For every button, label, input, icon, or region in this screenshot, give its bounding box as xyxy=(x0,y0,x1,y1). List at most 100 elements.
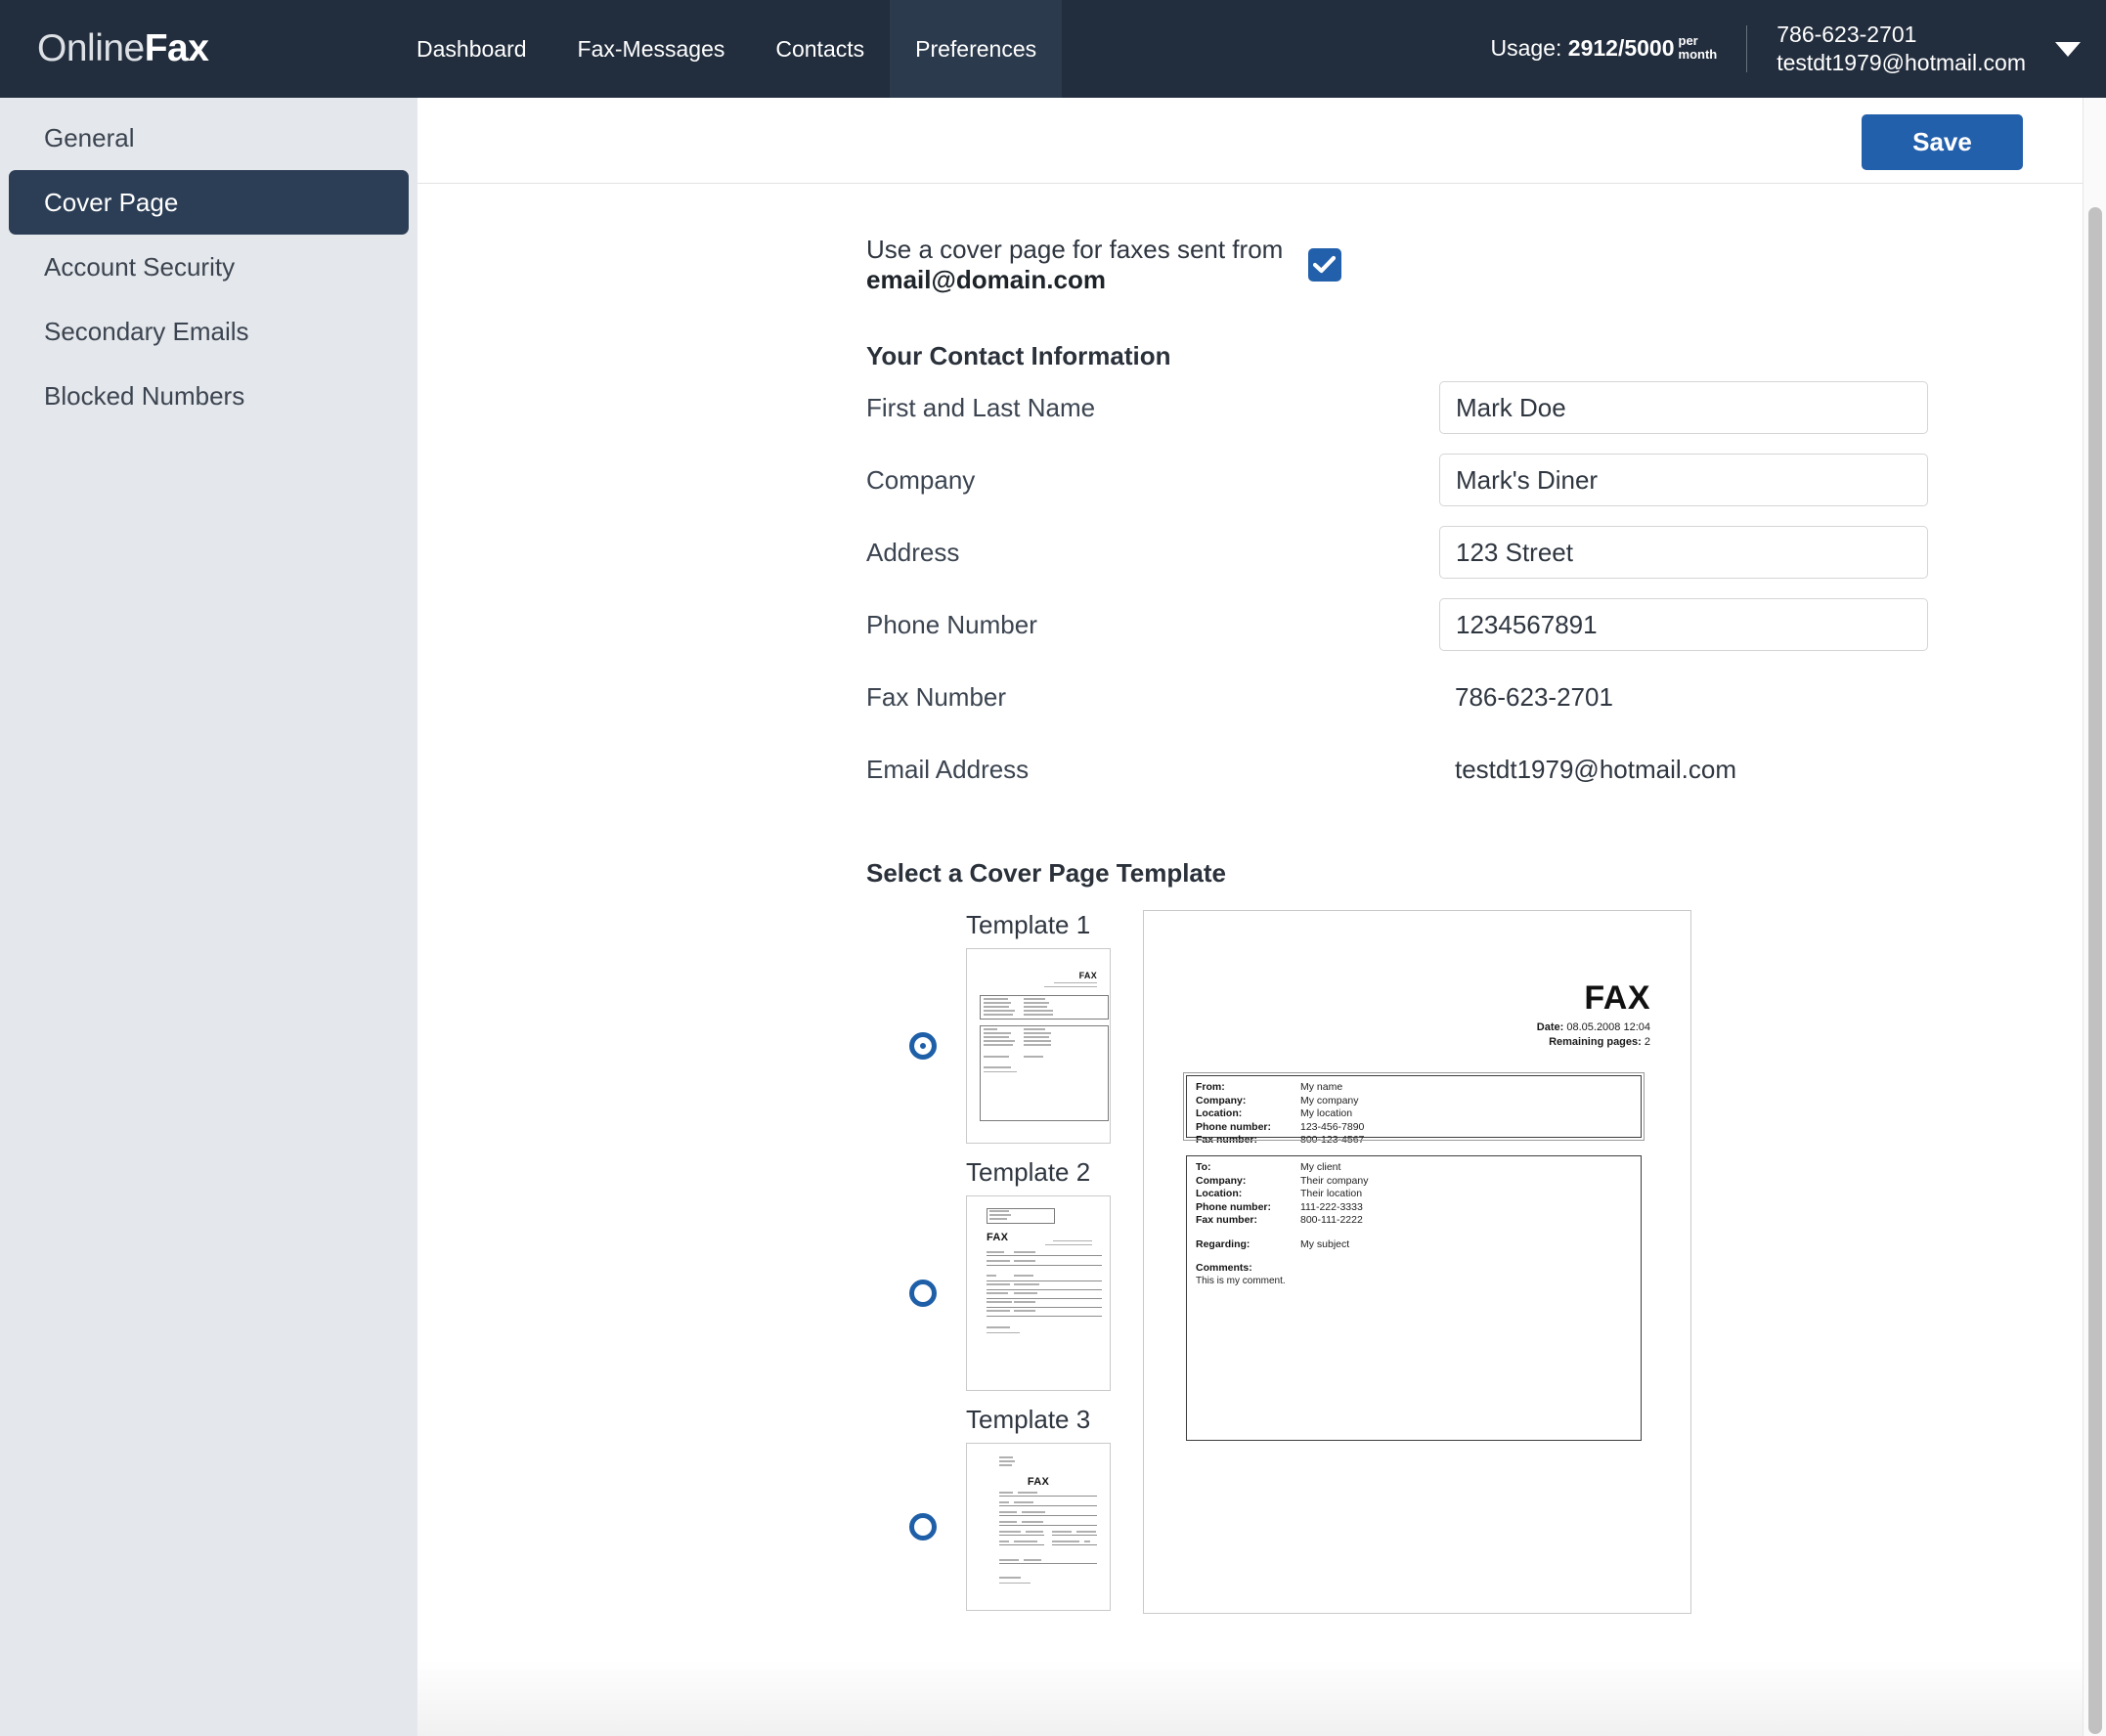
field-row-fax-number: Fax Number 786-623-2701 xyxy=(866,661,2106,733)
account-menu[interactable]: 786-623-2701 testdt1979@hotmail.com xyxy=(1777,21,2026,78)
field-row-email-address: Email Address testdt1979@hotmail.com xyxy=(866,733,2106,805)
thumb1-k1 xyxy=(984,998,1008,1000)
thumb1-t3 xyxy=(984,1036,1009,1038)
thumb3-l2 xyxy=(999,1501,1009,1503)
save-button[interactable]: Save xyxy=(1862,114,2023,170)
preview-to-company-value: Their company xyxy=(1300,1174,1369,1187)
thumb1-k4 xyxy=(984,1010,1015,1012)
sidebar-item-secondary-emails[interactable]: Secondary Emails xyxy=(9,299,409,364)
preview-to-location-value: Their location xyxy=(1300,1188,1363,1199)
first-last-name-input[interactable] xyxy=(1439,381,1928,434)
field-row-address: Address xyxy=(866,516,2106,588)
thumb3-l5 xyxy=(999,1531,1021,1533)
thumb1-pages-line xyxy=(1044,986,1097,987)
template-2-label: Template 2 xyxy=(966,1157,1091,1187)
preview-from-fax-key: Fax number: xyxy=(1196,1134,1258,1146)
template-section-heading: Select a Cover Page Template xyxy=(866,858,1227,888)
preview-to-row: To: My client xyxy=(1187,1161,1641,1175)
email-address-value: testdt1979@hotmail.com xyxy=(1455,754,1736,784)
thumb2-l4 xyxy=(987,1283,1010,1285)
nav-tab-preferences[interactable]: Preferences xyxy=(890,0,1063,98)
thumb3-lv6r xyxy=(1084,1541,1090,1542)
thumb3-l1 xyxy=(999,1492,1013,1494)
preview-to-location-row: Location: Their location xyxy=(1187,1188,1641,1201)
field-row-first-last-name: First and Last Name xyxy=(866,371,2106,444)
thumb3-lv5 xyxy=(1026,1531,1043,1533)
thumb3-fax-title: FAX xyxy=(1027,1476,1050,1488)
preview-date-label: Date: xyxy=(1536,1021,1564,1033)
thumb3-l6r xyxy=(1052,1541,1079,1542)
sidebar-item-blocked-numbers[interactable]: Blocked Numbers xyxy=(9,364,409,428)
field-label-phone-number: Phone Number xyxy=(866,609,1037,639)
template-2-thumbnail[interactable]: FAX xyxy=(966,1195,1111,1391)
thumb2-r4 xyxy=(987,1289,1102,1290)
thumb1-v3 xyxy=(1024,1006,1047,1008)
template-1-radio[interactable] xyxy=(909,1032,937,1060)
thumb1-comv xyxy=(984,1071,1017,1072)
main-content: Save Use a cover page for faxes sent fro… xyxy=(417,98,2106,1736)
account-phone: 786-623-2701 xyxy=(1777,21,1917,47)
preview-from-company-row: Company: My company xyxy=(1187,1095,1641,1108)
thumb2-l7 xyxy=(987,1310,1010,1312)
thumb1-k2 xyxy=(984,1002,1011,1004)
nav-divider xyxy=(1746,25,1748,72)
thumb3-h1 xyxy=(999,1456,1013,1458)
nav-tab-fax-messages[interactable]: Fax-Messages xyxy=(552,0,751,98)
company-input[interactable] xyxy=(1439,454,1928,506)
preview-from-location-key: Location: xyxy=(1196,1107,1243,1119)
template-option-1: Template 1 FAX xyxy=(909,910,1111,1144)
preview-to-fax-key: Fax number: xyxy=(1196,1214,1258,1226)
thumb1-tv4 xyxy=(1024,1040,1051,1042)
field-label-address: Address xyxy=(866,537,960,567)
preview-to-location-key: Location: xyxy=(1196,1188,1243,1199)
thumb3-l7 xyxy=(999,1559,1019,1561)
thumb1-fax-title: FAX xyxy=(1078,971,1097,980)
settings-sidebar: General Cover Page Account Security Seco… xyxy=(0,98,417,1736)
usage-prefix: Usage: xyxy=(1490,34,1562,61)
thumb2-h3 xyxy=(989,1218,1007,1220)
thumb2-lv1 xyxy=(1014,1251,1035,1253)
template-selection-zone: Template 1 FAX Template 2 FAX Template 3… xyxy=(866,910,2106,1625)
field-label-fax-number: Fax Number xyxy=(866,681,1007,712)
thumb1-tv3 xyxy=(1024,1036,1049,1038)
chevron-down-icon[interactable] xyxy=(2055,41,2081,57)
template-3-radio[interactable] xyxy=(909,1513,937,1541)
scrollbar-thumb[interactable] xyxy=(2088,207,2102,1734)
preview-from-location-value: My location xyxy=(1300,1107,1353,1119)
preview-remaining-pages: Remaining pages: 2 xyxy=(1549,1036,1650,1048)
app-logo[interactable]: OnlineFax xyxy=(0,0,391,98)
nav-tab-dashboard[interactable]: Dashboard xyxy=(391,0,552,98)
nav-tab-contacts[interactable]: Contacts xyxy=(750,0,890,98)
logo-text-fax: Fax xyxy=(144,27,209,69)
cover-page-checkbox[interactable] xyxy=(1308,248,1341,282)
thumb2-l3 xyxy=(987,1275,996,1277)
thumb2-lv6 xyxy=(1014,1301,1035,1303)
content-scrollbar[interactable] xyxy=(2083,98,2106,1736)
thumb1-com xyxy=(984,1066,1011,1068)
thumb3-lv5r xyxy=(1076,1531,1096,1533)
field-label-email-address: Email Address xyxy=(866,754,1030,784)
thumb2-h1 xyxy=(989,1210,1009,1212)
thumb3-lv2 xyxy=(1014,1501,1033,1503)
logo-text: OnlineFax xyxy=(37,27,209,70)
preview-comments-key: Comments: xyxy=(1196,1262,1252,1274)
thumb2-l2 xyxy=(987,1260,1010,1262)
template-2-radio[interactable] xyxy=(909,1280,937,1307)
sidebar-item-account-security[interactable]: Account Security xyxy=(9,235,409,299)
thumb2-pages xyxy=(1045,1244,1092,1245)
thumb3-l4 xyxy=(999,1521,1017,1523)
thumb2-r2 xyxy=(987,1265,1102,1266)
sidebar-item-cover-page[interactable]: Cover Page xyxy=(9,170,409,235)
address-input[interactable] xyxy=(1439,526,1928,579)
usage-month: month xyxy=(1678,47,1718,63)
thumb2-h2 xyxy=(989,1214,1011,1216)
thumb1-t5 xyxy=(984,1044,1013,1046)
template-1-thumbnail[interactable]: FAX xyxy=(966,948,1111,1144)
thumb2-r7 xyxy=(987,1316,1102,1317)
template-3-thumbnail[interactable]: FAX xyxy=(966,1443,1111,1611)
phone-number-input[interactable] xyxy=(1439,598,1928,651)
contact-information-heading: Your Contact Information xyxy=(866,341,1171,370)
preview-regarding-key: Regarding: xyxy=(1196,1237,1250,1250)
sidebar-item-general[interactable]: General xyxy=(9,106,409,170)
fax-number-value: 786-623-2701 xyxy=(1455,681,1613,712)
